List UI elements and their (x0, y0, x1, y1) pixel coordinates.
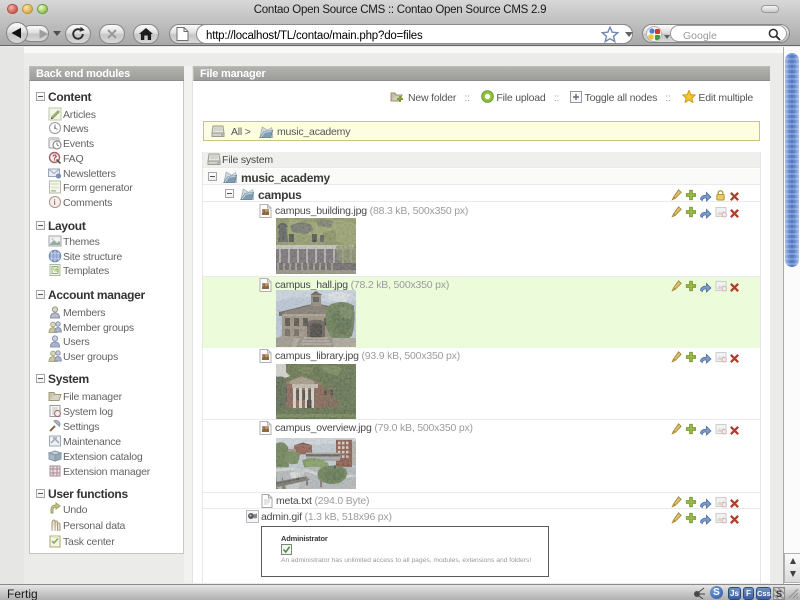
svg-text:%: % (53, 268, 59, 274)
svg-text:i: i (54, 198, 56, 207)
svg-text:?: ? (52, 154, 57, 163)
